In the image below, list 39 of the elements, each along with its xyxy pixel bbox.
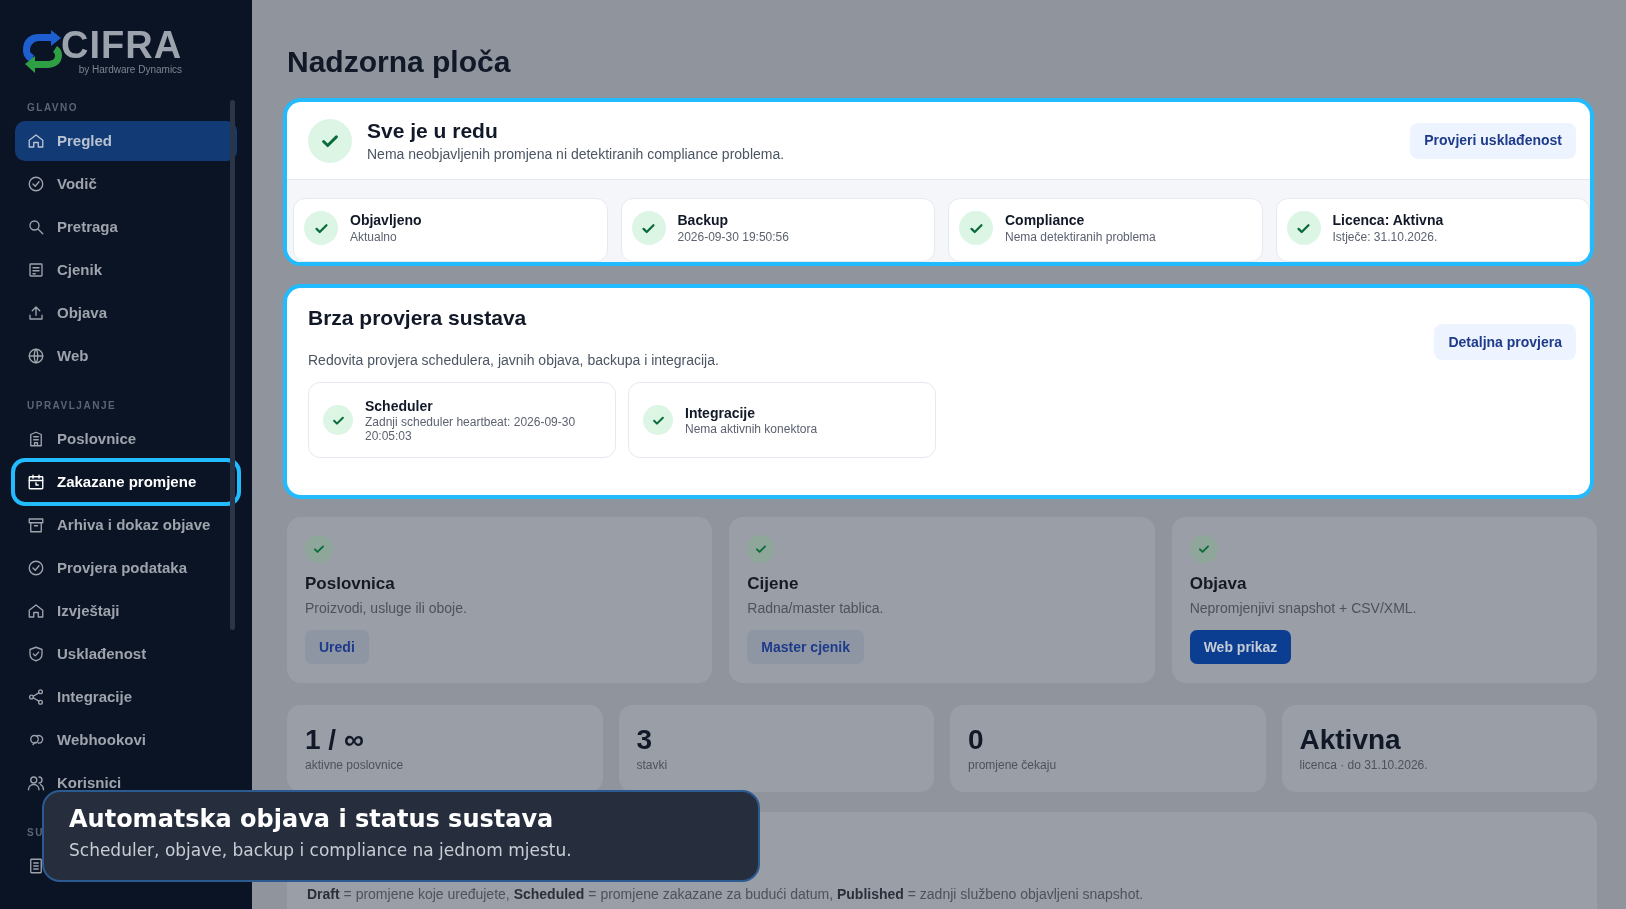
- stat-value: 1 / ∞: [305, 723, 365, 757]
- stat-value: 3: [636, 723, 654, 757]
- feature-title: Poslovnica: [305, 573, 396, 595]
- check-text: Zadnji scheduler heartbeat: 2026-09-30 20:05:03: [365, 415, 577, 443]
- stat-label: aktivne poslovnice: [305, 757, 405, 773]
- card-title: Brza provjera sustava: [308, 305, 528, 331]
- feature-description: Proizvodi, usluge ili oboje.: [305, 599, 468, 618]
- stat-value: 0: [968, 723, 985, 757]
- status-text: Istječe: 31.10.2026.: [1332, 229, 1439, 245]
- logo-tagline: by Hardware Dynamics: [78, 64, 183, 76]
- tooltip-title: Automatska objava i status sustava: [69, 804, 555, 835]
- card-description: Nema neobjavljenih promjena ni detektiranih compliance problema.: [367, 144, 786, 164]
- section-label: GLAVNO: [27, 101, 79, 115]
- status-title: Compliance: [1005, 211, 1086, 229]
- legend-text: Draft = promjene koje uređujete, Scheduled = promjene zakazane za budući datum, Published = zadnji službeno objavljeni snapshot.: [307, 885, 1145, 904]
- stat-label: promjene čekaju: [968, 757, 1058, 773]
- check-title: Integracije: [685, 404, 757, 422]
- page-title: Nadzorna ploča: [287, 44, 512, 80]
- check-text: Nema aktivnih konektora: [685, 422, 818, 436]
- stat-label: licenca · do 31.10.2026.: [1299, 757, 1429, 773]
- logo-text: CIFRA: [61, 26, 183, 64]
- status-title: Licenca: Aktivna: [1332, 211, 1444, 229]
- check-title: Scheduler: [365, 397, 434, 415]
- stat-value: Aktivna: [1299, 723, 1402, 757]
- feature-title: Cijene: [747, 573, 800, 595]
- stat-label: stavki: [636, 757, 669, 773]
- card-description: Redovita provjera schedulera, javnih objava, backupa i integracija.: [308, 351, 720, 370]
- status-text: 2026-09-30 19:50:56: [677, 229, 789, 245]
- feature-description: Radna/master tablica.: [747, 599, 885, 618]
- status-text: Aktualno: [350, 229, 398, 245]
- feature-title: Objava: [1189, 573, 1248, 595]
- card-title: Sve je u redu: [367, 117, 499, 144]
- status-title: Backup: [677, 211, 730, 229]
- status-text: Nema detektiranih problema: [1005, 229, 1156, 245]
- feature-description: Nepromjenjivi snapshot + CSV/XML.: [1189, 599, 1418, 618]
- status-title: Objavljeno: [350, 211, 422, 229]
- section-label: UPRAVLJANJE: [27, 399, 117, 413]
- tooltip-text: Scheduler, objave, backup i compliance na jednom mjestu.: [69, 839, 573, 862]
- section-label: SU: [27, 826, 44, 840]
